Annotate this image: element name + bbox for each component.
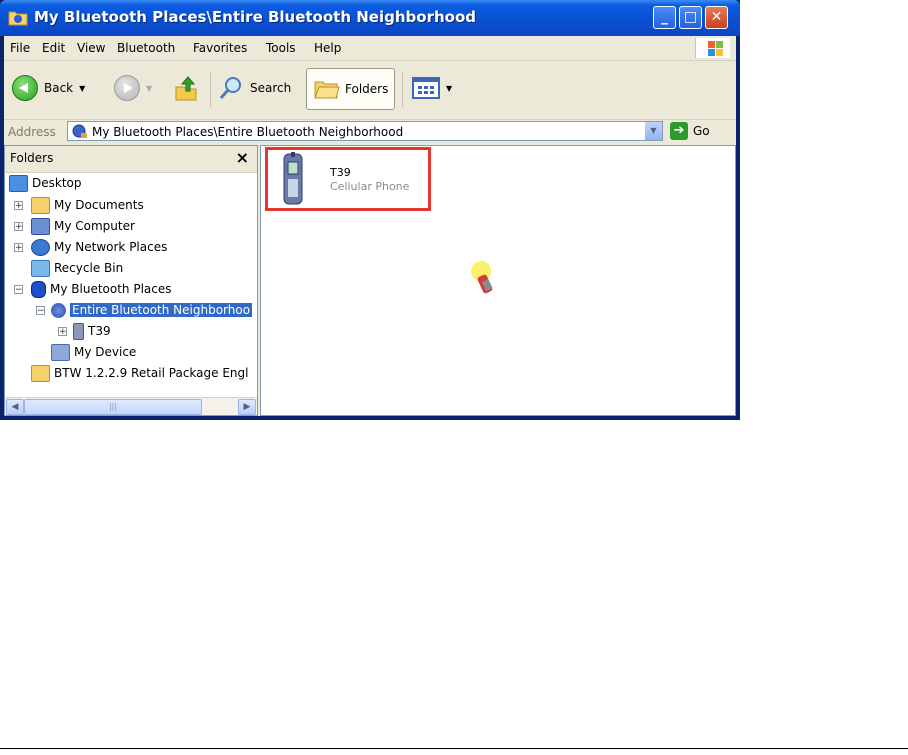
folders-pane: Folders × Desktop + My Documents + My Co… bbox=[4, 145, 258, 416]
folders-icon bbox=[314, 81, 340, 99]
address-dropdown-icon[interactable]: ▼ bbox=[645, 122, 662, 140]
expand-t39-icon[interactable]: + bbox=[58, 327, 67, 337]
tree-item-my-network-places[interactable]: My Network Places bbox=[31, 237, 167, 257]
my-documents-icon bbox=[31, 196, 50, 214]
toolbar-separator bbox=[210, 71, 211, 107]
go-arrow-icon: ➔ bbox=[670, 122, 688, 140]
search-label: Search bbox=[250, 81, 292, 95]
tree-item-entire-bluetooth-neighborhood[interactable]: Entire Bluetooth Neighborhoo bbox=[51, 300, 253, 320]
scroll-left-icon[interactable]: ◀ bbox=[6, 399, 24, 415]
folders-button[interactable]: Folders bbox=[306, 68, 396, 110]
desktop-icon bbox=[9, 174, 28, 192]
explorer-window: My Bluetooth Places\Entire Bluetooth Nei… bbox=[0, 0, 740, 420]
tree-item-label: BTW 1.2.2.9 Retail Package Engl bbox=[54, 366, 249, 380]
up-folder-icon bbox=[175, 76, 197, 101]
folders-pane-header: Folders × bbox=[5, 146, 257, 173]
tree-item-my-bluetooth-places[interactable]: My Bluetooth Places bbox=[31, 279, 172, 299]
expand-my-documents-icon[interactable]: + bbox=[14, 201, 23, 211]
menu-view[interactable]: View bbox=[77, 41, 105, 55]
close-button[interactable]: ✕ bbox=[705, 6, 728, 29]
views-icon bbox=[412, 77, 440, 99]
horizontal-scrollbar[interactable]: ◀ ||| ▶ bbox=[5, 397, 257, 415]
device-item-t39[interactable]: T39 Cellular Phone bbox=[265, 147, 431, 211]
folder-icon bbox=[31, 364, 50, 382]
back-dropdown-icon[interactable]: ▼ bbox=[79, 84, 85, 93]
tree-item-t39[interactable]: T39 bbox=[73, 321, 111, 341]
title-bar[interactable]: My Bluetooth Places\Entire Bluetooth Nei… bbox=[0, 0, 740, 36]
tree-item-btw-package[interactable]: BTW 1.2.2.9 Retail Package Engl bbox=[31, 363, 248, 383]
tree-item-label: My Device bbox=[74, 345, 137, 359]
expand-my-computer-icon[interactable]: + bbox=[14, 222, 23, 232]
tree-item-label: Entire Bluetooth Neighborhoo bbox=[70, 303, 253, 317]
up-folder-button[interactable] bbox=[174, 71, 198, 105]
folders-pane-title: Folders bbox=[10, 151, 54, 165]
tree-item-label: Desktop bbox=[32, 176, 82, 190]
address-input[interactable]: My Bluetooth Places\Entire Bluetooth Nei… bbox=[67, 121, 663, 141]
menu-tools[interactable]: Tools bbox=[266, 41, 296, 55]
tree-item-my-documents[interactable]: My Documents bbox=[31, 195, 144, 215]
go-label: Go bbox=[693, 124, 710, 138]
device-name: T39 bbox=[330, 166, 351, 179]
forward-dropdown-icon[interactable]: ▼ bbox=[146, 84, 152, 93]
tree-item-label: T39 bbox=[88, 324, 111, 338]
tree-item-label: My Computer bbox=[54, 219, 135, 233]
search-button[interactable]: Search bbox=[218, 71, 291, 105]
recycle-bin-icon bbox=[31, 259, 50, 277]
tree-item-label: My Network Places bbox=[54, 240, 168, 254]
views-button[interactable]: ▼ bbox=[412, 71, 452, 105]
folders-label: Folders bbox=[345, 82, 389, 96]
collapse-bluetooth-places-icon[interactable]: − bbox=[14, 285, 23, 295]
menu-help[interactable]: Help bbox=[314, 41, 341, 55]
bluetooth-icon bbox=[31, 280, 46, 298]
scrollbar-thumb[interactable]: ||| bbox=[24, 399, 202, 415]
collapse-neighborhood-icon[interactable]: − bbox=[36, 306, 45, 316]
toolbar-separator bbox=[402, 71, 403, 107]
forward-arrow-icon bbox=[114, 75, 140, 101]
window-title: My Bluetooth Places\Entire Bluetooth Nei… bbox=[34, 8, 476, 26]
network-places-icon bbox=[31, 238, 50, 256]
search-icon bbox=[219, 77, 241, 99]
cellphone-icon bbox=[73, 322, 84, 340]
go-button[interactable]: ➔ Go bbox=[670, 122, 710, 140]
bluetooth-folder-icon bbox=[8, 11, 28, 26]
bluetooth-neighborhood-icon bbox=[51, 302, 66, 318]
back-label: Back bbox=[44, 81, 74, 95]
tree-item-my-computer[interactable]: My Computer bbox=[31, 216, 135, 236]
window-body: File Edit View Bluetooth Favorites Tools… bbox=[4, 36, 736, 416]
scroll-right-icon[interactable]: ▶ bbox=[238, 399, 256, 415]
tree-item-label: Recycle Bin bbox=[54, 261, 124, 275]
tree-item-label: My Documents bbox=[54, 198, 144, 212]
close-icon[interactable]: × bbox=[236, 148, 249, 167]
forward-button[interactable]: ▼ bbox=[114, 71, 152, 105]
bluetooth-neighborhood-icon bbox=[72, 124, 87, 138]
tree-item-recycle-bin[interactable]: Recycle Bin bbox=[31, 258, 123, 278]
back-arrow-icon bbox=[12, 75, 38, 101]
maximize-button[interactable]: □ bbox=[679, 6, 702, 29]
page-divider bbox=[0, 748, 908, 749]
menu-bluetooth[interactable]: Bluetooth bbox=[117, 41, 175, 55]
tree-item-label: My Bluetooth Places bbox=[50, 282, 172, 296]
tree-item-my-device[interactable]: My Device bbox=[51, 342, 136, 362]
my-computer-icon bbox=[31, 217, 50, 235]
tree-item-desktop[interactable]: Desktop bbox=[9, 173, 82, 193]
my-device-icon bbox=[51, 343, 70, 361]
menu-edit[interactable]: Edit bbox=[42, 41, 65, 55]
address-value: My Bluetooth Places\Entire Bluetooth Nei… bbox=[92, 125, 404, 139]
expand-network-places-icon[interactable]: + bbox=[14, 243, 23, 253]
address-bar: Address My Bluetooth Places\Entire Bluet… bbox=[4, 120, 736, 144]
back-button[interactable]: Back ▼ bbox=[12, 71, 85, 105]
windows-logo-icon bbox=[695, 38, 730, 58]
minimize-button[interactable]: _ bbox=[653, 6, 676, 29]
menu-file[interactable]: File bbox=[10, 41, 30, 55]
views-dropdown-icon[interactable]: ▼ bbox=[446, 84, 452, 93]
menu-bar: File Edit View Bluetooth Favorites Tools… bbox=[4, 36, 736, 61]
menu-favorites[interactable]: Favorites bbox=[193, 41, 247, 55]
bluetooth-searching-icon bbox=[471, 261, 493, 294]
cellphone-icon bbox=[283, 152, 303, 205]
content-pane: T39 Cellular Phone bbox=[260, 145, 736, 416]
device-type: Cellular Phone bbox=[330, 180, 410, 193]
address-label: Address bbox=[8, 125, 56, 139]
standard-toolbar: Back ▼ ▼ Search Folders ▼ bbox=[4, 61, 736, 120]
